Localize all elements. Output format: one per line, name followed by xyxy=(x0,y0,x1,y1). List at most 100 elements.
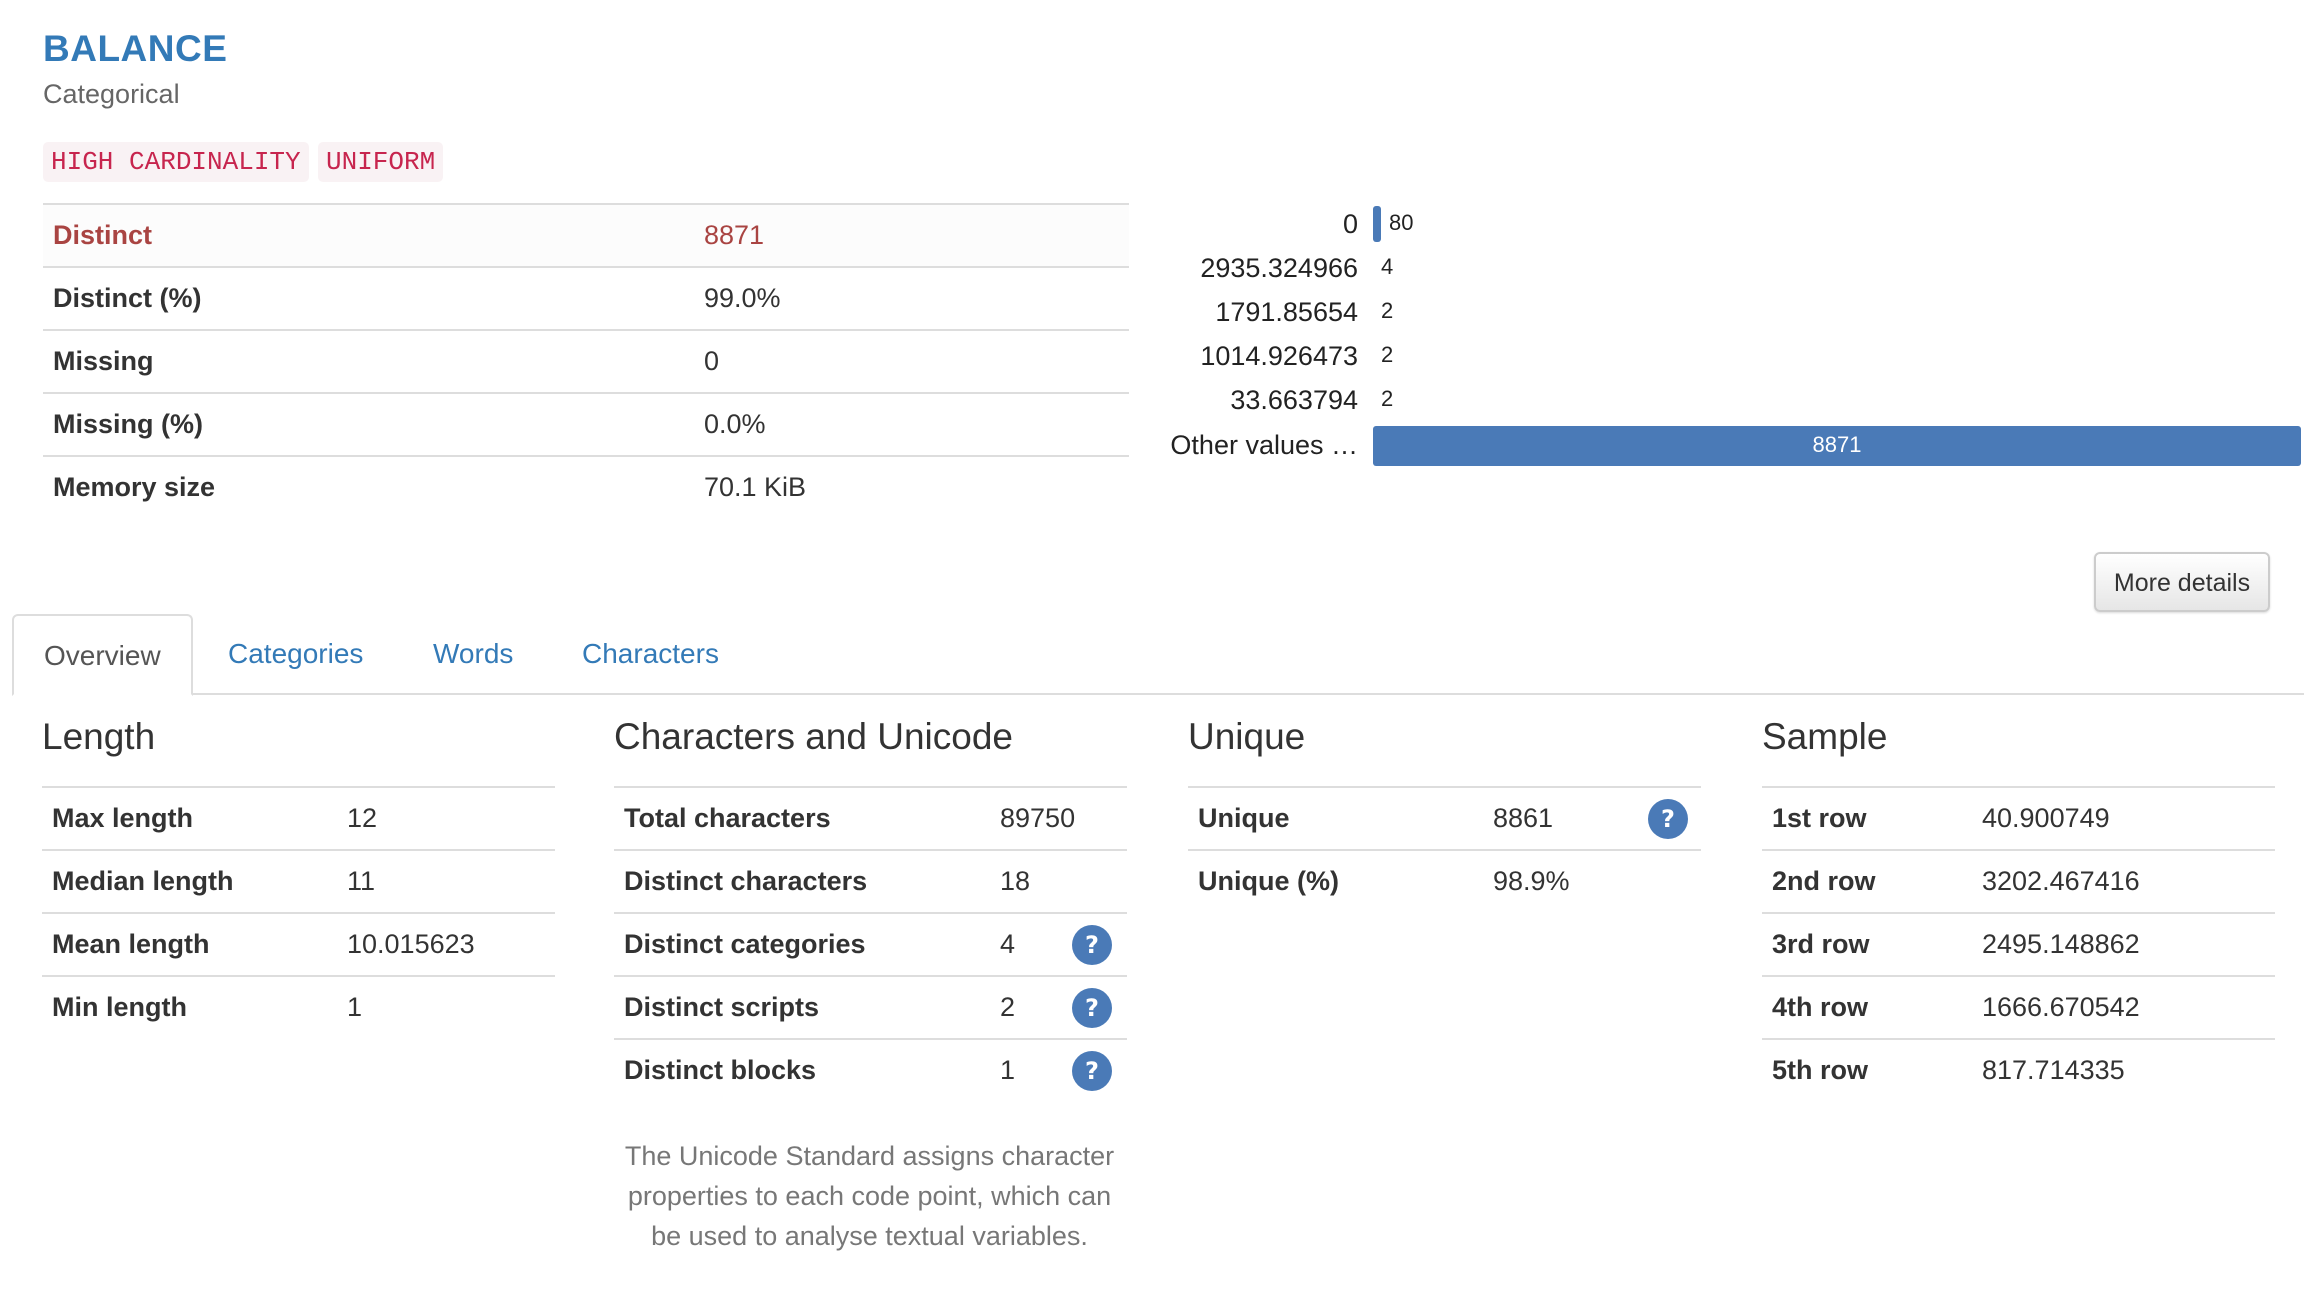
summary-row-missing-pct: Missing (%) 0.0% xyxy=(43,392,1129,456)
unique-value: 98.9% xyxy=(1483,849,1638,912)
unicode-note: The Unicode Standard assigns character p… xyxy=(624,1141,1115,1251)
frequency-label: 33.663794 xyxy=(1230,385,1358,415)
frequency-label: 2935.324966 xyxy=(1200,253,1358,283)
frequency-label-column: 0 2935.324966 1791.85654 1014.926473 33.… xyxy=(1150,200,1358,470)
unicode-row: Total characters 89750 xyxy=(614,788,1127,850)
unicode-label: Total characters xyxy=(624,803,831,833)
sample-row: 3rd row 2495.148862 xyxy=(1762,912,2275,976)
sample-title: Sample xyxy=(1762,716,1888,757)
summary-label: Memory size xyxy=(43,455,694,518)
frequency-count: 4 xyxy=(1381,254,1394,279)
sample-row: 2nd row 3202.467416 xyxy=(1762,849,2275,913)
question-circle-icon[interactable]: ? xyxy=(1648,798,1688,839)
unique-label: Unique xyxy=(1198,803,1290,833)
unique-label: Unique (%) xyxy=(1188,849,1483,912)
frequency-label: 1014.926473 xyxy=(1200,341,1358,371)
unique-row: Unique (%) 98.9% xyxy=(1188,849,1701,912)
length-value: 11 xyxy=(337,849,555,913)
summary-label: Missing xyxy=(43,329,694,393)
unicode-row: Distinct characters 18 xyxy=(614,849,1127,913)
unicode-help-cell: ? xyxy=(1062,1038,1127,1101)
summary-row-missing: Missing 0 xyxy=(43,329,1129,393)
sample-label: 4th row xyxy=(1762,975,1972,1039)
variable-title: BALANCE xyxy=(43,28,228,69)
tab-overview[interactable]: Overview xyxy=(12,614,193,696)
summary-label: Distinct (%) xyxy=(43,266,694,330)
unique-table: Unique 8861 ? Unique (%) 98.9% xyxy=(1188,788,1701,912)
length-label: Max length xyxy=(52,803,194,833)
frequency-count: 2 xyxy=(1381,298,1394,323)
frequency-chart: 0 2935.324966 1791.85654 1014.926473 33.… xyxy=(1150,200,2304,470)
unique-help-cell: ? xyxy=(1638,788,1701,850)
unicode-value: 2 xyxy=(990,975,1062,1039)
summary-value: 70.1 KiB xyxy=(694,455,1129,518)
frequency-count: 80 xyxy=(1389,210,1414,235)
unicode-row: Distinct scripts 2 ? xyxy=(614,975,1127,1039)
frequency-bars: 80 4 2 2 2 8871 xyxy=(1373,200,2303,470)
frequency-label: 0 xyxy=(1342,209,1358,239)
length-value: 1 xyxy=(337,975,555,1038)
frequency-count: 8871 xyxy=(1812,432,1862,457)
unicode-value: 18 xyxy=(990,849,1062,913)
frequency-label: 1791.85654 xyxy=(1215,297,1358,327)
length-row: Min length 1 xyxy=(42,975,555,1038)
length-label: Mean length xyxy=(42,912,337,976)
unicode-label: Distinct characters xyxy=(614,849,990,913)
unique-title: Unique xyxy=(1188,716,1306,757)
sample-row: 5th row 817.714335 xyxy=(1762,1038,2275,1101)
tab-words[interactable]: Words xyxy=(403,614,543,694)
unicode-value: 4 xyxy=(990,912,1062,976)
unicode-label: Distinct categories xyxy=(614,912,990,976)
unicode-row: Distinct blocks 1 ? xyxy=(614,1038,1127,1101)
length-value: 12 xyxy=(347,803,378,833)
sample-label: 5th row xyxy=(1762,1038,1972,1101)
sample-label: 3rd row xyxy=(1762,912,1972,976)
more-details-button[interactable]: More details xyxy=(2094,552,2270,612)
length-table: Max length 12 Median length 11 Mean leng… xyxy=(42,788,555,1038)
unique-help-cell xyxy=(1638,849,1701,912)
unicode-help-cell: ? xyxy=(1062,912,1127,976)
length-label: Min length xyxy=(42,975,337,1038)
length-value: 10.015623 xyxy=(337,912,555,976)
sample-value: 1666.670542 xyxy=(1972,975,2275,1039)
sample-value: 3202.467416 xyxy=(1972,849,2275,913)
alert-badge-uniform: UNIFORM xyxy=(318,142,444,182)
sample-value: 40.900749 xyxy=(1982,803,2110,833)
unicode-label: Distinct blocks xyxy=(614,1038,990,1101)
summary-value: 99.0% xyxy=(694,266,1129,330)
sample-value: 2495.148862 xyxy=(1972,912,2275,976)
question-circle-icon[interactable]: ? xyxy=(1072,987,1112,1028)
unicode-table: Total characters 89750 Distinct characte… xyxy=(614,788,1127,1101)
frequency-count: 2 xyxy=(1381,386,1394,411)
question-circle-icon[interactable]: ? xyxy=(1072,1050,1112,1091)
unicode-title: Characters and Unicode xyxy=(614,716,1013,757)
summary-table: Distinct 8871 Distinct (%) 99.0% Missing… xyxy=(43,203,1129,518)
summary-value: 8871 xyxy=(694,203,1129,267)
summary-value: 0.0% xyxy=(694,392,1129,456)
sample-label: 2nd row xyxy=(1762,849,1972,913)
frequency-count: 2 xyxy=(1381,342,1394,367)
length-label: Median length xyxy=(42,849,337,913)
summary-row-distinct: Distinct 8871 xyxy=(43,203,1129,267)
unicode-help-cell: ? xyxy=(1062,975,1127,1039)
sample-value: 817.714335 xyxy=(1972,1038,2275,1101)
summary-value: 0 xyxy=(694,329,1129,393)
sample-label: 1st row xyxy=(1772,803,1867,833)
tab-categories[interactable]: Categories xyxy=(198,614,393,694)
length-title: Length xyxy=(42,716,156,757)
unique-row: Unique 8861 ? xyxy=(1188,788,1701,850)
sample-row: 1st row 40.900749 xyxy=(1762,788,2275,850)
unicode-help-cell xyxy=(1062,849,1127,913)
tab-characters[interactable]: Characters xyxy=(552,614,749,694)
summary-label: Distinct xyxy=(43,203,694,267)
length-row: Max length 12 xyxy=(42,788,555,850)
sample-table: 1st row 40.900749 2nd row 3202.467416 3r… xyxy=(1762,788,2275,1101)
summary-row-memory: Memory size 70.1 KiB xyxy=(43,455,1129,518)
unicode-label: Distinct scripts xyxy=(614,975,990,1039)
alert-badge-high-cardinality: HIGH CARDINALITY xyxy=(43,142,309,182)
summary-label: Missing (%) xyxy=(43,392,694,456)
frequency-label: Other values … xyxy=(1170,430,1358,460)
question-circle-icon[interactable]: ? xyxy=(1072,924,1112,965)
sample-row: 4th row 1666.670542 xyxy=(1762,975,2275,1039)
unicode-value: 1 xyxy=(990,1038,1062,1101)
